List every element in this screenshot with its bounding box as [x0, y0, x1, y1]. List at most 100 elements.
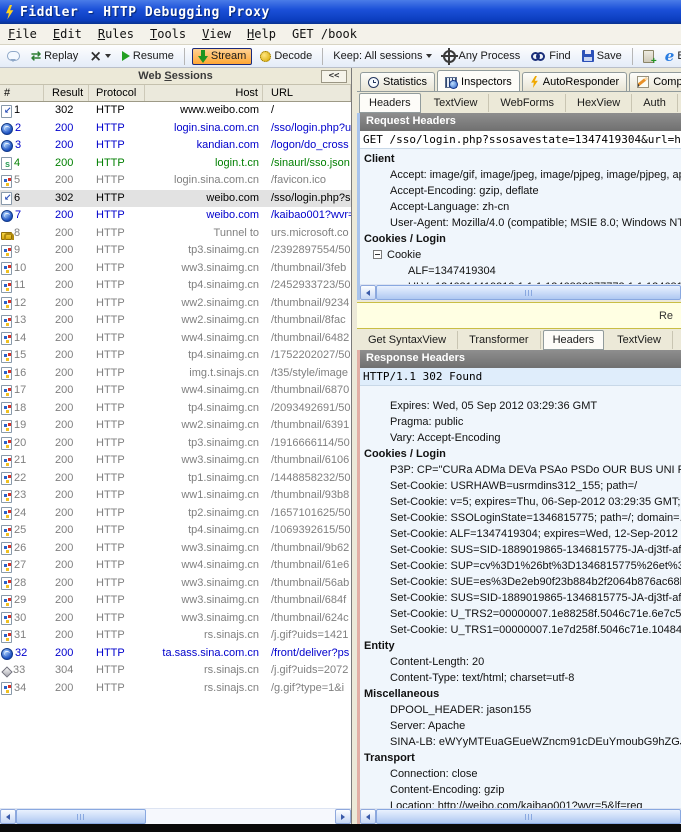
table-row[interactable]: 26 200 HTTP ww3.sinaimg.cn /thumbnail/9b…	[0, 540, 351, 558]
table-row[interactable]: 23 200 HTTP ww1.sinaimg.cn /thumbnail/93…	[0, 487, 351, 505]
menu-item[interactable]: View	[194, 25, 239, 43]
header-line[interactable]: P3P: CP="CURa ADMa DEVa PSAo PSDo OUR BU…	[360, 462, 681, 478]
replay-button[interactable]: ⇄Replay	[28, 48, 81, 64]
any-process-button[interactable]: Any Process	[440, 48, 524, 65]
scrollbar-thumb[interactable]	[376, 809, 681, 824]
response-status-line[interactable]: HTTP/1.1 302 Found	[360, 368, 681, 386]
header-line[interactable]: Set-Cookie: U_TRS2=00000007.1e88258f.504…	[360, 606, 681, 622]
menu-item[interactable]: Rules	[90, 25, 142, 43]
column-header[interactable]: Host	[145, 85, 263, 101]
column-header[interactable]: Result	[44, 85, 89, 101]
table-row[interactable]: 6 302 HTTP weibo.com /sso/login.php?s	[0, 190, 351, 208]
column-header[interactable]: Protocol	[89, 85, 145, 101]
table-row[interactable]: 18 200 HTTP tp4.sinaimg.cn /2093492691/5…	[0, 400, 351, 418]
header-line[interactable]: Accept-Encoding: gzip, deflate	[360, 183, 681, 199]
menu-item[interactable]: Help	[239, 25, 284, 43]
header-line[interactable]: Miscellaneous	[360, 686, 681, 702]
table-row[interactable]: 5 200 HTTP login.sina.com.cn /favicon.ic…	[0, 172, 351, 190]
request-sub-tab[interactable]: WebForms	[489, 94, 566, 112]
header-line[interactable]: Content-Type: text/html; charset=utf-8	[360, 670, 681, 686]
table-row[interactable]: 34 200 HTTP rs.sinajs.cn /g.gif?type=1&i	[0, 680, 351, 698]
response-sub-tab[interactable]: TextView	[606, 331, 673, 349]
table-row[interactable]: 31 200 HTTP rs.sinajs.cn /j.gif?uids=142…	[0, 627, 351, 645]
table-row[interactable]: 20 200 HTTP tp3.sinaimg.cn /1916666114/5…	[0, 435, 351, 453]
scroll-right-button[interactable]	[335, 809, 351, 824]
header-line[interactable]: Vary: Accept-Encoding	[360, 430, 681, 446]
table-row[interactable]: 12 200 HTTP ww2.sinaimg.cn /thumbnail/92…	[0, 295, 351, 313]
table-row[interactable]: 3 200 HTTP kandian.com /logon/do_cross	[0, 137, 351, 155]
table-row[interactable]: 13 200 HTTP ww2.sinaimg.cn /thumbnail/8f…	[0, 312, 351, 330]
table-row[interactable]: 10 200 HTTP ww3.sinaimg.cn /thumbnail/3f…	[0, 260, 351, 278]
header-line[interactable]: Content-Encoding: gzip	[360, 782, 681, 798]
response-horizontal-scrollbar[interactable]	[360, 808, 681, 824]
request-horizontal-scrollbar[interactable]	[360, 284, 681, 300]
encoding-notice-bar[interactable]: Re	[357, 302, 681, 329]
table-row[interactable]: 21 200 HTTP ww3.sinaimg.cn /thumbnail/61…	[0, 452, 351, 470]
table-row[interactable]: 9 200 HTTP tp3.sinaimg.cn /2392897554/50	[0, 242, 351, 260]
stream-toggle-button[interactable]: Stream	[192, 48, 252, 65]
table-row[interactable]: 27 200 HTTP ww4.sinaimg.cn /thumbnail/61…	[0, 557, 351, 575]
header-line[interactable]: Expires: Wed, 05 Sep 2012 03:29:36 GMT	[360, 398, 681, 414]
remove-button[interactable]: ×	[86, 47, 114, 66]
request-line[interactable]: GET /sso/login.php?ssosavestate=13474193…	[360, 131, 681, 149]
comment-button[interactable]	[4, 49, 23, 63]
request-sub-tab[interactable]: Headers	[359, 93, 421, 113]
header-line[interactable]: Set-Cookie: USRHAWB=usrmdins312_155; pat…	[360, 478, 681, 494]
header-line[interactable]: Set-Cookie: U_TRS1=00000007.1e7d258f.504…	[360, 622, 681, 638]
scroll-left-button[interactable]	[360, 285, 376, 300]
column-header[interactable]: #	[0, 85, 44, 101]
header-line[interactable]: Set-Cookie: SUP=cv%3D1%26bt%3D1346815775…	[360, 558, 681, 574]
decode-button[interactable]: Decode	[257, 48, 315, 64]
table-row[interactable]: 11 200 HTTP tp4.sinaimg.cn /2452933723/5…	[0, 277, 351, 295]
scroll-left-button[interactable]	[360, 809, 376, 824]
header-line[interactable]: ALF=1347419304	[360, 263, 681, 279]
table-row[interactable]: 22 200 HTTP tp1.sinaimg.cn /1448858232/5…	[0, 470, 351, 488]
table-row[interactable]: 33 304 HTTP rs.sinajs.cn /j.gif?uids=207…	[0, 662, 351, 680]
header-line[interactable]: Client	[360, 151, 681, 167]
header-line[interactable]: SINA-LB: eWYyMTEuaGEueWZncm91cDEuYmoubG9…	[360, 734, 681, 750]
inspector-tab[interactable]: Inspectors	[437, 70, 520, 92]
response-sub-tab[interactable]: Get SyntaxView	[357, 331, 458, 349]
table-row[interactable]: 32 200 HTTP ta.sass.sina.com.cn /front/d…	[0, 645, 351, 663]
find-button[interactable]: Find	[528, 48, 573, 64]
remove-dropdown-icon[interactable]	[105, 54, 111, 58]
header-line[interactable]: Cookie	[360, 247, 681, 263]
collapse-panel-button[interactable]: <<	[321, 70, 347, 83]
header-line[interactable]: Set-Cookie: SSOLoginState=1346815775; pa…	[360, 510, 681, 526]
table-row[interactable]: 7 200 HTTP weibo.com /kaibao001?wvr=	[0, 207, 351, 225]
header-line[interactable]: Accept-Language: zh-cn	[360, 199, 681, 215]
header-line[interactable]: Cookies / Login	[360, 231, 681, 247]
table-row[interactable]: 17 200 HTTP ww4.sinaimg.cn /thumbnail/68…	[0, 382, 351, 400]
header-line[interactable]: User-Agent: Mozilla/4.0 (compatible; MSI…	[360, 215, 681, 231]
inspector-tab[interactable]: AutoResponder	[522, 72, 627, 91]
screenshot-button[interactable]	[640, 48, 657, 65]
table-row[interactable]: 24 200 HTTP tp2.sinaimg.cn /1657101625/5…	[0, 505, 351, 523]
column-header[interactable]: URL	[263, 85, 351, 101]
header-line[interactable]: Accept: image/gif, image/jpeg, image/pjp…	[360, 167, 681, 183]
table-row[interactable]: 28 200 HTTP ww3.sinaimg.cn /thumbnail/56…	[0, 575, 351, 593]
header-line[interactable]: Pragma: public	[360, 414, 681, 430]
menu-item[interactable]: GET /book	[284, 25, 365, 43]
response-sub-tab[interactable]: Transformer	[458, 331, 541, 349]
header-line[interactable]: Connection: close	[360, 766, 681, 782]
table-row[interactable]: 4 200 HTTP login.t.cn /sinaurl/sso.json	[0, 155, 351, 173]
menu-item[interactable]: Tools	[142, 25, 194, 43]
table-row[interactable]: 1 302 HTTP www.weibo.com /	[0, 102, 351, 120]
scroll-left-button[interactable]	[0, 809, 16, 824]
sessions-horizontal-scrollbar[interactable]	[0, 808, 351, 824]
collapse-toggle-icon[interactable]	[373, 250, 382, 259]
header-line[interactable]: Set-Cookie: SUE=es%3De2eb90f23b884b2f206…	[360, 574, 681, 590]
header-line[interactable]: Set-Cookie: SUS=SID-1889019865-134681577…	[360, 542, 681, 558]
table-row[interactable]: 29 200 HTTP ww3.sinaimg.cn /thumbnail/68…	[0, 592, 351, 610]
response-sub-tab[interactable]: Im	[673, 331, 681, 349]
menu-item[interactable]: File	[0, 25, 45, 43]
table-row[interactable]: 2 200 HTTP login.sina.com.cn /sso/login.…	[0, 120, 351, 138]
header-line[interactable]: Server: Apache	[360, 718, 681, 734]
resume-button[interactable]: Resume	[119, 48, 177, 64]
header-line[interactable]: Location: http://weibo.com/kaibao001?wvr…	[360, 798, 681, 808]
header-line[interactable]: DPOOL_HEADER: jason155	[360, 702, 681, 718]
inspector-tab[interactable]: Comp	[629, 72, 681, 91]
table-row[interactable]: 14 200 HTTP ww4.sinaimg.cn /thumbnail/64…	[0, 330, 351, 348]
header-line[interactable]: Set-Cookie: SUS=SID-1889019865-134681577…	[360, 590, 681, 606]
request-sub-tab[interactable]: TextView	[423, 94, 490, 112]
